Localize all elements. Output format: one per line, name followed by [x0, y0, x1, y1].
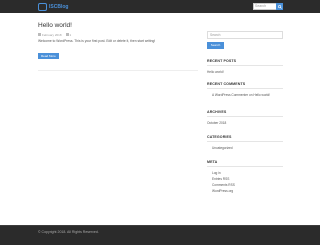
site-footer: © Copyright 2018. All Rights Reserved. — [0, 225, 320, 245]
logo-icon — [38, 2, 47, 11]
post-divider — [38, 70, 198, 71]
widget-title: RECENT COMMENTS — [207, 82, 246, 86]
meta-link-wordpress-org[interactable]: WordPress.org — [207, 188, 283, 194]
main-content: Hello world! February 2018 1 Welcome to … — [38, 22, 198, 71]
widget-categories: CATEGORIES Uncategorized — [207, 135, 283, 151]
header-search-button[interactable] — [276, 3, 283, 10]
widget-title: RECENT POSTS — [207, 59, 237, 63]
divider — [207, 166, 283, 167]
widget-title: ARCHIVES — [207, 110, 227, 114]
sidebar: Search Search RECENT POSTS Hello world! … — [207, 31, 283, 193]
widget-archives: ARCHIVES October 2018 — [207, 110, 283, 126]
search-icon — [277, 4, 282, 9]
read-more-button[interactable]: Read More — [38, 53, 59, 59]
divider — [207, 88, 283, 89]
archive-link[interactable]: October 2018 — [207, 120, 283, 126]
divider — [207, 141, 283, 142]
site-header: ISCBlog Search — [0, 0, 320, 13]
copyright-text: © Copyright 2018. All Rights Reserved. — [38, 230, 99, 234]
widget-recent-comments: RECENT COMMENTS A WordPress Commenter on… — [207, 82, 283, 98]
post-excerpt: Welcome to WordPress. This is your first… — [38, 39, 156, 43]
comment-icon — [65, 33, 69, 36]
sidebar-search-input[interactable]: Search — [207, 31, 283, 39]
sidebar-search-button[interactable]: Search — [207, 42, 224, 49]
post-meta: February 2018 1 — [38, 32, 198, 37]
recent-post-link[interactable]: Hello world! — [207, 69, 283, 75]
post-comment-count[interactable]: 1 — [70, 33, 72, 37]
post-title[interactable]: Hello world! — [38, 22, 198, 30]
widget-recent-posts: RECENT POSTS Hello world! — [207, 59, 283, 75]
header-search-input[interactable]: Search — [253, 3, 277, 10]
site-logo[interactable]: ISCBlog — [38, 2, 68, 11]
post-date[interactable]: February 2018 — [42, 33, 62, 37]
divider — [207, 65, 283, 66]
widget-title: META — [207, 160, 218, 164]
footer-divider — [0, 225, 320, 226]
widget-meta: META Log in Entries RSS Comments RSS Wor… — [207, 160, 283, 194]
recent-comment-link[interactable]: A WordPress Commenter on Hello world! — [207, 92, 283, 98]
widget-title: CATEGORIES — [207, 135, 232, 139]
divider — [207, 116, 283, 117]
calendar-icon — [38, 33, 41, 36]
logo-text: ISCBlog — [49, 3, 69, 10]
category-link[interactable]: Uncategorized — [207, 145, 283, 151]
